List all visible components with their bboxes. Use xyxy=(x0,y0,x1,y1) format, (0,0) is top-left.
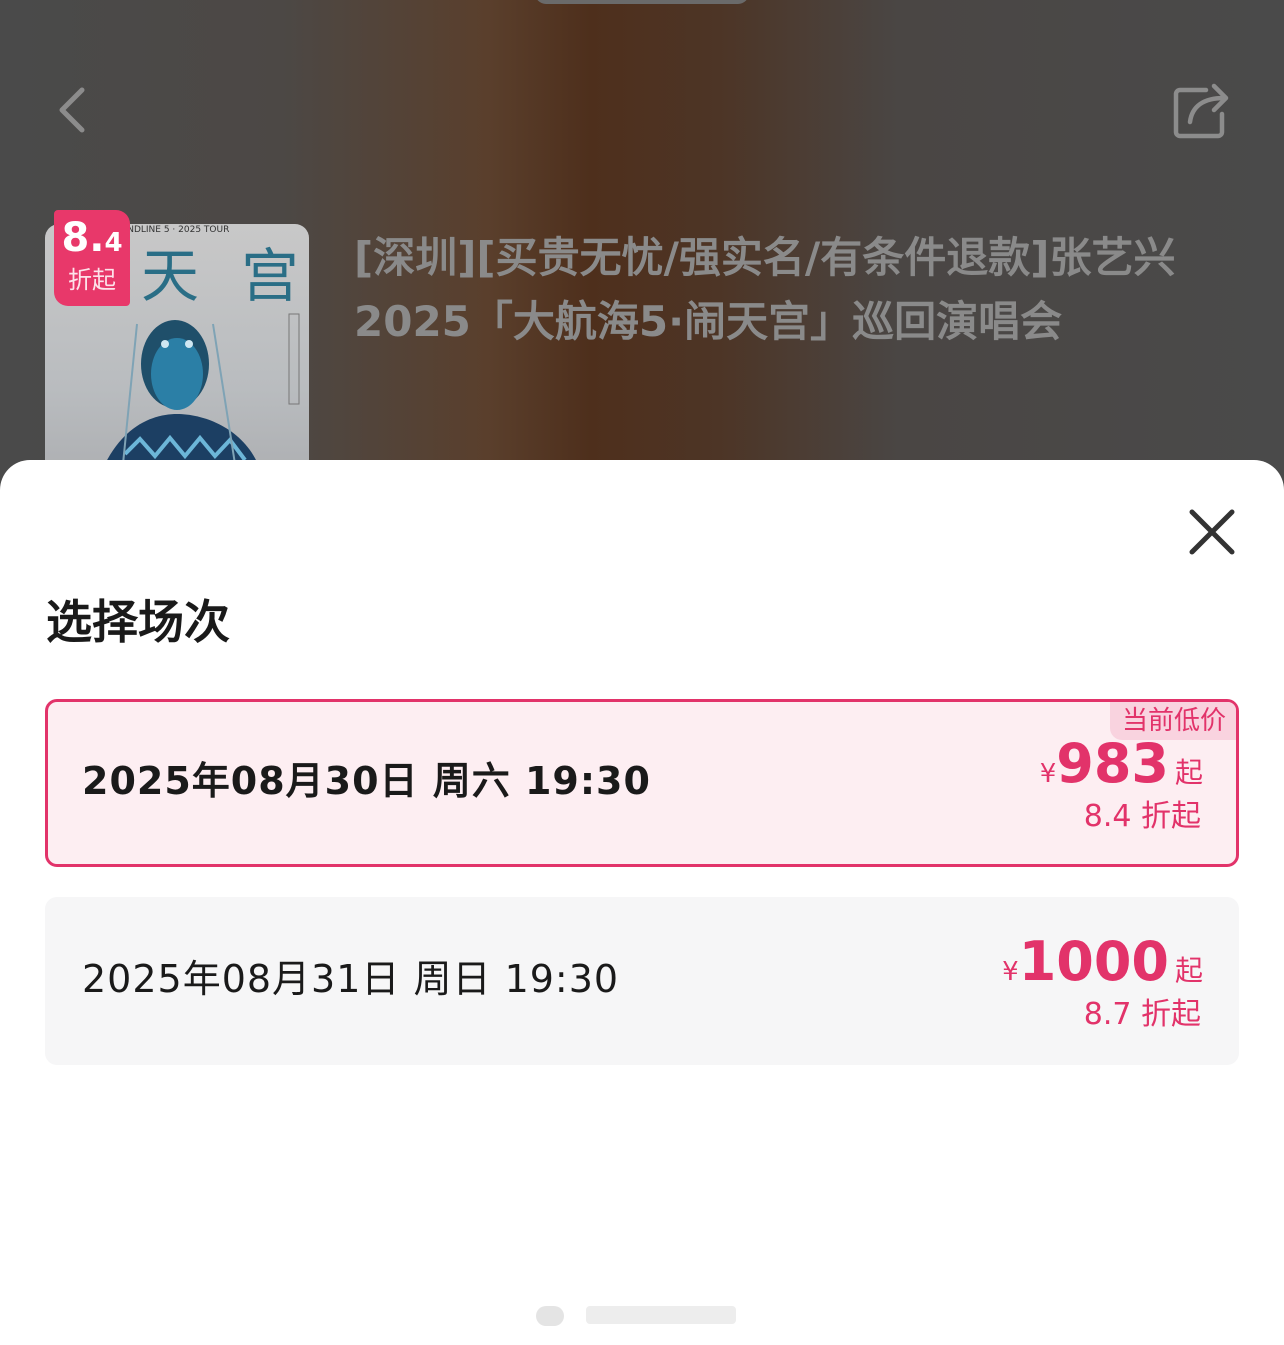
badge-decimal: 4 xyxy=(104,228,123,258)
event-backdrop: 天 宫 BRANDLINE 5 · 2025 TOUR 8.4 折起 [深圳][… xyxy=(0,0,1284,520)
price-value: 1000 xyxy=(1018,930,1169,993)
badge-number: 8. xyxy=(61,215,105,261)
share-button[interactable] xyxy=(1166,76,1236,146)
price-suffix: 起 xyxy=(1174,954,1203,987)
watermark-overlay xyxy=(532,1302,750,1330)
close-icon xyxy=(1189,509,1235,555)
session-date: 2025年08月30日 周六 19:30 xyxy=(82,759,651,803)
back-button[interactable] xyxy=(48,78,108,142)
session-option-0830[interactable]: 当前低价 2025年08月30日 周六 19:30 ¥983 起 8.4 折起 xyxy=(45,699,1239,867)
currency-symbol: ¥ xyxy=(1039,759,1057,789)
session-price: ¥983 起 xyxy=(1040,733,1203,795)
chevron-left-icon xyxy=(59,87,85,133)
price-value: 983 xyxy=(1056,732,1169,795)
session-discount: 8.7 折起 xyxy=(1083,997,1201,1032)
badge-suffix: 折起 xyxy=(68,266,116,294)
session-price: ¥1000 起 xyxy=(1002,931,1203,993)
sheet-title: 选择场次 xyxy=(46,595,230,649)
discount-badge: 8.4 折起 xyxy=(54,210,130,306)
session-discount: 8.4 折起 xyxy=(1083,799,1201,834)
session-date: 2025年08月31日 周日 19:30 xyxy=(82,957,620,1001)
close-button[interactable] xyxy=(1186,506,1238,558)
session-option-0831[interactable]: 2025年08月31日 周日 19:30 ¥1000 起 8.7 折起 xyxy=(45,897,1239,1065)
price-suffix: 起 xyxy=(1174,756,1203,789)
svg-text:宫: 宫 xyxy=(241,242,299,310)
share-icon xyxy=(1173,83,1229,139)
currency-symbol: ¥ xyxy=(1002,957,1019,987)
event-title: [深圳][买贵无忧/强实名/有条件退款]张艺兴2025「大航海5·闹天宫」巡回演… xyxy=(354,233,1176,346)
poster-title-text: 天 xyxy=(141,242,199,310)
top-handle xyxy=(535,0,749,4)
